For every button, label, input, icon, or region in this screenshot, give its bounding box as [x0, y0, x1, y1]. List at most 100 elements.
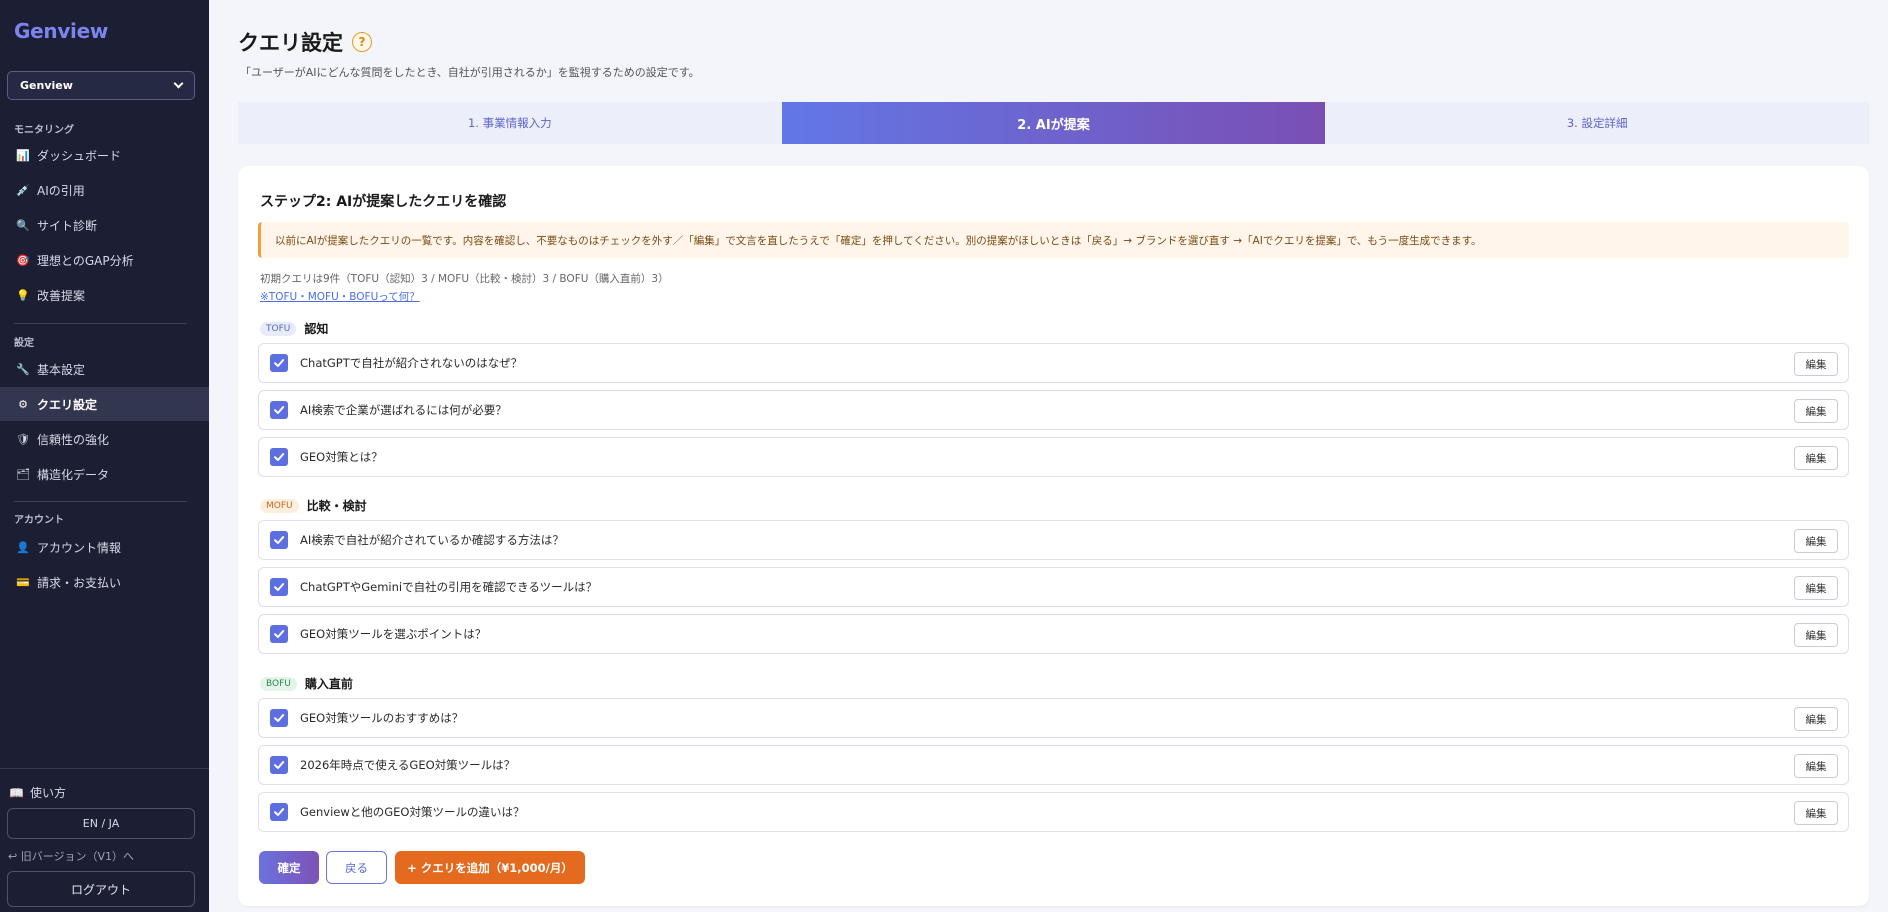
- check-icon: [274, 583, 285, 591]
- chevron-down-icon: [173, 78, 184, 89]
- query-text: GEO対策ツールを選ぶポイントは？: [300, 627, 487, 641]
- group-header-bofu: BOFU 購入直前: [260, 675, 353, 692]
- section-title-settings: 設定: [14, 338, 34, 349]
- section-title-account: アカウント: [14, 515, 64, 526]
- query-row: ChatGPTで自社が紹介されないのはなぜ？ 編集: [258, 343, 1849, 383]
- shield-icon: 🛡: [16, 432, 30, 446]
- sidebar-item-label: 請求・お支払い: [37, 575, 122, 590]
- query-row: 2026年時点で使えるGEO対策ツールは？ 編集: [258, 745, 1849, 785]
- sidebar-item-ai-citation[interactable]: 💉 AIの引用: [0, 173, 209, 207]
- sidebar-item-label: AIの引用: [37, 183, 85, 198]
- syringe-icon: 💉: [16, 183, 30, 197]
- edit-button[interactable]: 編集: [1794, 801, 1838, 825]
- step-3-details[interactable]: 3. 設定詳細: [1325, 102, 1870, 144]
- sidebar-item-site-diagnosis[interactable]: 🔍 サイト診断: [0, 208, 209, 242]
- edit-button[interactable]: 編集: [1794, 529, 1838, 553]
- edit-button[interactable]: 編集: [1794, 707, 1838, 731]
- query-checkbox[interactable]: [270, 756, 288, 774]
- sidebar-item-label: ダッシュボード: [37, 148, 122, 163]
- back-button[interactable]: 戻る: [326, 851, 387, 884]
- query-row: AI検索で自社が紹介されているか確認する方法は？ 編集: [258, 520, 1849, 560]
- query-row: Genviewと他のGEO対策ツールの違いは？ 編集: [258, 792, 1849, 832]
- query-row: GEO対策とは？ 編集: [258, 437, 1849, 477]
- search-icon: 🔍: [16, 218, 30, 232]
- sidebar-item-label: アカウント情報: [37, 540, 122, 555]
- sidebar-item-label: 理想とのGAP分析: [37, 253, 134, 268]
- edit-button[interactable]: 編集: [1794, 754, 1838, 778]
- gear-icon: ⚙: [18, 397, 28, 411]
- check-icon: [274, 630, 285, 638]
- step-indicator: 1. 事業情報入力 2. AIが提案 3. 設定詳細: [238, 102, 1870, 144]
- info-notice: 以前にAIが提案したクエリの一覧です。内容を確認し、不要なものはチェックを外す／…: [258, 222, 1849, 258]
- howto-link[interactable]: 📖 使い方: [9, 784, 66, 801]
- query-text: Genviewと他のGEO対策ツールの違いは？: [300, 805, 525, 819]
- edit-button[interactable]: 編集: [1794, 399, 1838, 423]
- sidebar-item-basic-settings[interactable]: 🔧 基本設定: [0, 352, 209, 386]
- group-header-mofu: MOFU 比較・検討: [260, 497, 367, 514]
- howto-label: 使い方: [29, 786, 66, 800]
- step-2-ai-suggest[interactable]: 2. AIが提案: [781, 102, 1326, 144]
- sidebar-item-label: 基本設定: [37, 362, 86, 377]
- bofu-badge: BOFU: [260, 676, 297, 691]
- sidebar-item-label: 構造化データ: [37, 467, 110, 482]
- confirm-button[interactable]: 確定: [259, 851, 319, 884]
- sidebar: Genview Genview モニタリング 📊 ダッシュボード 💉 AIの引用…: [0, 0, 209, 912]
- group-header-tofu: TOFU 認知: [260, 320, 328, 337]
- sidebar-item-trust[interactable]: 🛡 信頼性の強化: [0, 422, 209, 456]
- card-index-icon: 🗂: [16, 467, 30, 481]
- query-checkbox[interactable]: [270, 448, 288, 466]
- query-row: GEO対策ツールのおすすめは？ 編集: [258, 698, 1849, 738]
- query-text: ChatGPTやGeminiで自社の引用を確認できるツールは？: [300, 580, 598, 594]
- query-checkbox[interactable]: [270, 578, 288, 596]
- app-logo[interactable]: Genview: [14, 19, 108, 43]
- edit-button[interactable]: 編集: [1794, 352, 1838, 376]
- sidebar-item-billing[interactable]: 💳 請求・お支払い: [0, 565, 209, 599]
- edit-button[interactable]: 編集: [1794, 446, 1838, 470]
- query-checkbox[interactable]: [270, 354, 288, 372]
- query-row: AI検索で企業が選ばれるには何が必要？ 編集: [258, 390, 1849, 430]
- check-icon: [274, 761, 285, 769]
- sidebar-item-label: クエリ設定: [37, 397, 98, 412]
- book-icon: 📖: [9, 785, 24, 800]
- query-checkbox[interactable]: [270, 803, 288, 821]
- query-text: GEO対策ツールのおすすめは？: [300, 711, 464, 725]
- check-icon: [274, 536, 285, 544]
- page-title: クエリ設定: [238, 31, 343, 55]
- logout-button[interactable]: ログアウト: [7, 871, 195, 907]
- wrench-icon: 🔧: [16, 362, 30, 376]
- query-checkbox[interactable]: [270, 531, 288, 549]
- sidebar-item-query-settings[interactable]: ⚙ クエリ設定: [0, 387, 209, 421]
- query-text: GEO対策とは？: [300, 450, 383, 464]
- page-title-wrap: クエリ設定 ?: [238, 27, 372, 57]
- edit-button[interactable]: 編集: [1794, 576, 1838, 600]
- sidebar-item-structured-data[interactable]: 🗂 構造化データ: [0, 457, 209, 491]
- query-text: 2026年時点で使えるGEO対策ツールは？: [300, 758, 516, 772]
- check-icon: [274, 453, 285, 461]
- sidebar-item-gap-analysis[interactable]: 🎯 理想とのGAP分析: [0, 243, 209, 277]
- sidebar-item-dashboard[interactable]: 📊 ダッシュボード: [0, 138, 209, 172]
- sidebar-item-label: 信頼性の強化: [37, 432, 110, 447]
- add-query-button[interactable]: + クエリを追加（¥1,000/月）: [395, 851, 585, 884]
- step-1-business-info[interactable]: 1. 事業情報入力: [238, 102, 782, 144]
- user-icon: 👤: [16, 540, 30, 554]
- query-text: AI検索で企業が選ばれるには何が必要？: [300, 403, 507, 417]
- query-checkbox[interactable]: [270, 625, 288, 643]
- mofu-badge: MOFU: [260, 498, 299, 513]
- language-toggle-button[interactable]: EN / JA: [7, 808, 195, 839]
- funnel-faq-link[interactable]: ※TOFU・MOFU・BOFUって何？: [260, 289, 420, 304]
- query-checkbox[interactable]: [270, 709, 288, 727]
- query-row: ChatGPTやGeminiで自社の引用を確認できるツールは？ 編集: [258, 567, 1849, 607]
- section-title-monitoring: モニタリング: [14, 125, 74, 136]
- sidebar-item-account-info[interactable]: 👤 アカウント情報: [0, 530, 209, 564]
- organization-select[interactable]: Genview: [7, 71, 195, 100]
- edit-button[interactable]: 編集: [1794, 623, 1838, 647]
- old-version-link[interactable]: ↩ 旧バージョン（V1）へ: [8, 848, 134, 864]
- sidebar-item-label: サイト診断: [37, 218, 98, 233]
- group-label: 購入直前: [304, 677, 353, 691]
- target-icon: 🎯: [16, 253, 30, 267]
- lightbulb-icon: 💡: [16, 288, 30, 302]
- page-description: 「ユーザーがAIにどんな質問をしたとき、自社が引用されるか」を監視するための設定…: [240, 66, 700, 79]
- sidebar-item-improvement[interactable]: 💡 改善提案: [0, 278, 209, 312]
- query-checkbox[interactable]: [270, 401, 288, 419]
- help-icon[interactable]: ?: [352, 32, 372, 52]
